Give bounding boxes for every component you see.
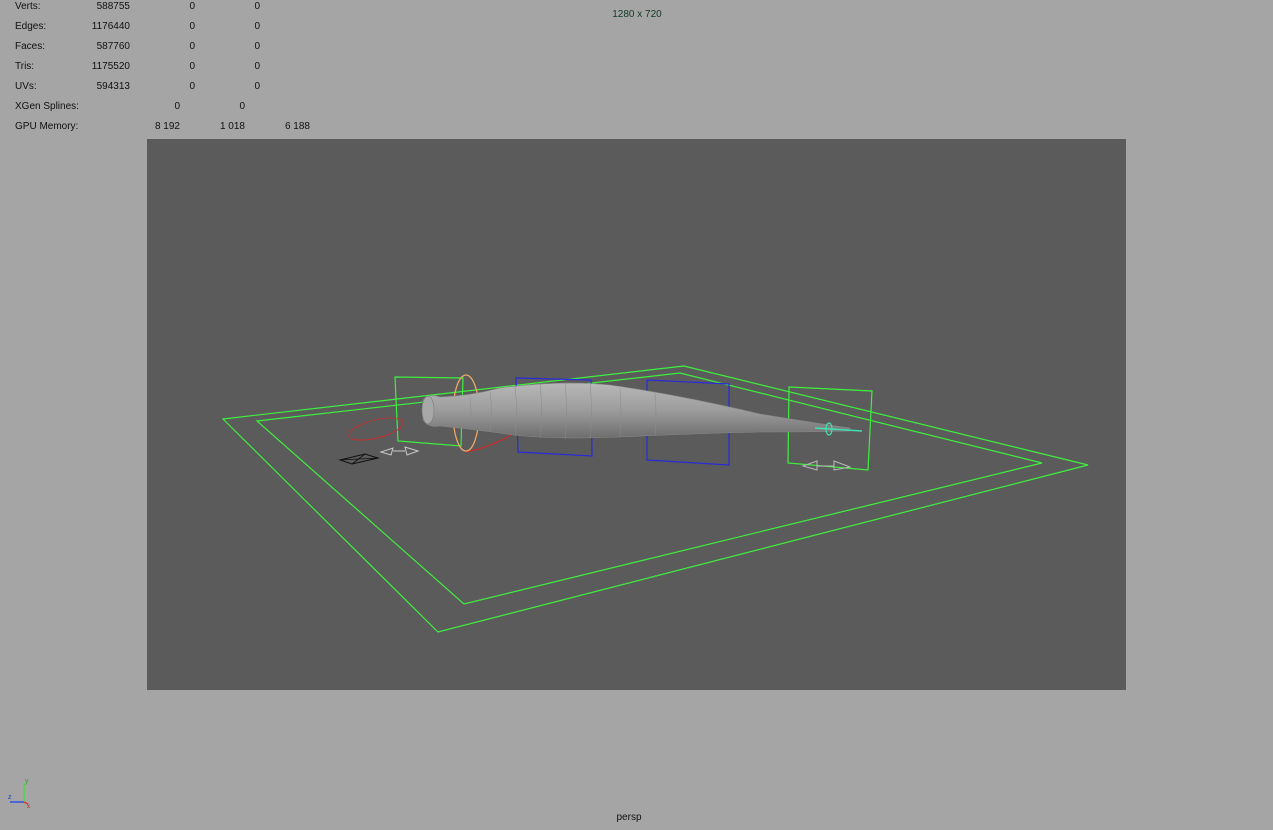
hud-value: 594313: [96, 81, 130, 92]
hud-label: GPU Memory:: [15, 121, 79, 132]
axis-z-label: z: [8, 794, 12, 801]
hud-value: 6 188: [284, 121, 310, 132]
hud-label: Verts:: [15, 1, 41, 12]
hud-value: 0: [189, 81, 195, 92]
hud-value: 0: [254, 61, 260, 72]
hud-value: 588755: [96, 1, 130, 12]
resolution-gate-label: 1280 x 720: [612, 9, 662, 20]
axis-x-label: x: [27, 804, 30, 808]
hud-label: UVs:: [15, 81, 37, 92]
hud-value: 0: [239, 101, 245, 112]
hud-row-edges: Edges: 1176440 0 0: [0, 20, 340, 34]
hud-row-tris: Tris: 1175520 0 0: [0, 60, 340, 74]
hud-value: 1175520: [91, 61, 130, 72]
axis-indicator-icon: z y x: [8, 778, 30, 808]
hud-value: 1 018: [219, 121, 245, 132]
hud-label: XGen Splines:: [15, 101, 79, 112]
hud-value: 0: [254, 21, 260, 32]
hud-label: Tris:: [15, 61, 35, 72]
resolution-gate[interactable]: [147, 139, 1126, 690]
hud-row-gpu-memory: GPU Memory: 8 192 1 018 6 188: [0, 120, 340, 134]
hud-value: 0: [174, 101, 180, 112]
hud-value: 0: [254, 1, 260, 12]
hud-value: 1176440: [91, 21, 130, 32]
hud-label: Faces:: [15, 41, 46, 52]
camera-name-label: persp: [616, 812, 642, 823]
hud-value: 0: [254, 81, 260, 92]
hud-row-verts: Verts: 588755 0 0: [0, 0, 340, 14]
hud-value: 0: [189, 61, 195, 72]
hud-value: 0: [189, 1, 195, 12]
hud-value: 0: [254, 41, 260, 52]
hud-value: 0: [189, 21, 195, 32]
hud-value: 0: [189, 41, 195, 52]
hud-label: Edges:: [15, 21, 47, 32]
axis-y-label: y: [25, 778, 29, 785]
hud-value: 8 192: [154, 121, 180, 132]
hud-row-uvs: UVs: 594313 0 0: [0, 80, 340, 94]
hud-value: 587760: [96, 41, 130, 52]
hud-row-xgen-splines: XGen Splines: 0 0: [0, 100, 340, 114]
hud-row-faces: Faces: 587760 0 0: [0, 40, 340, 54]
